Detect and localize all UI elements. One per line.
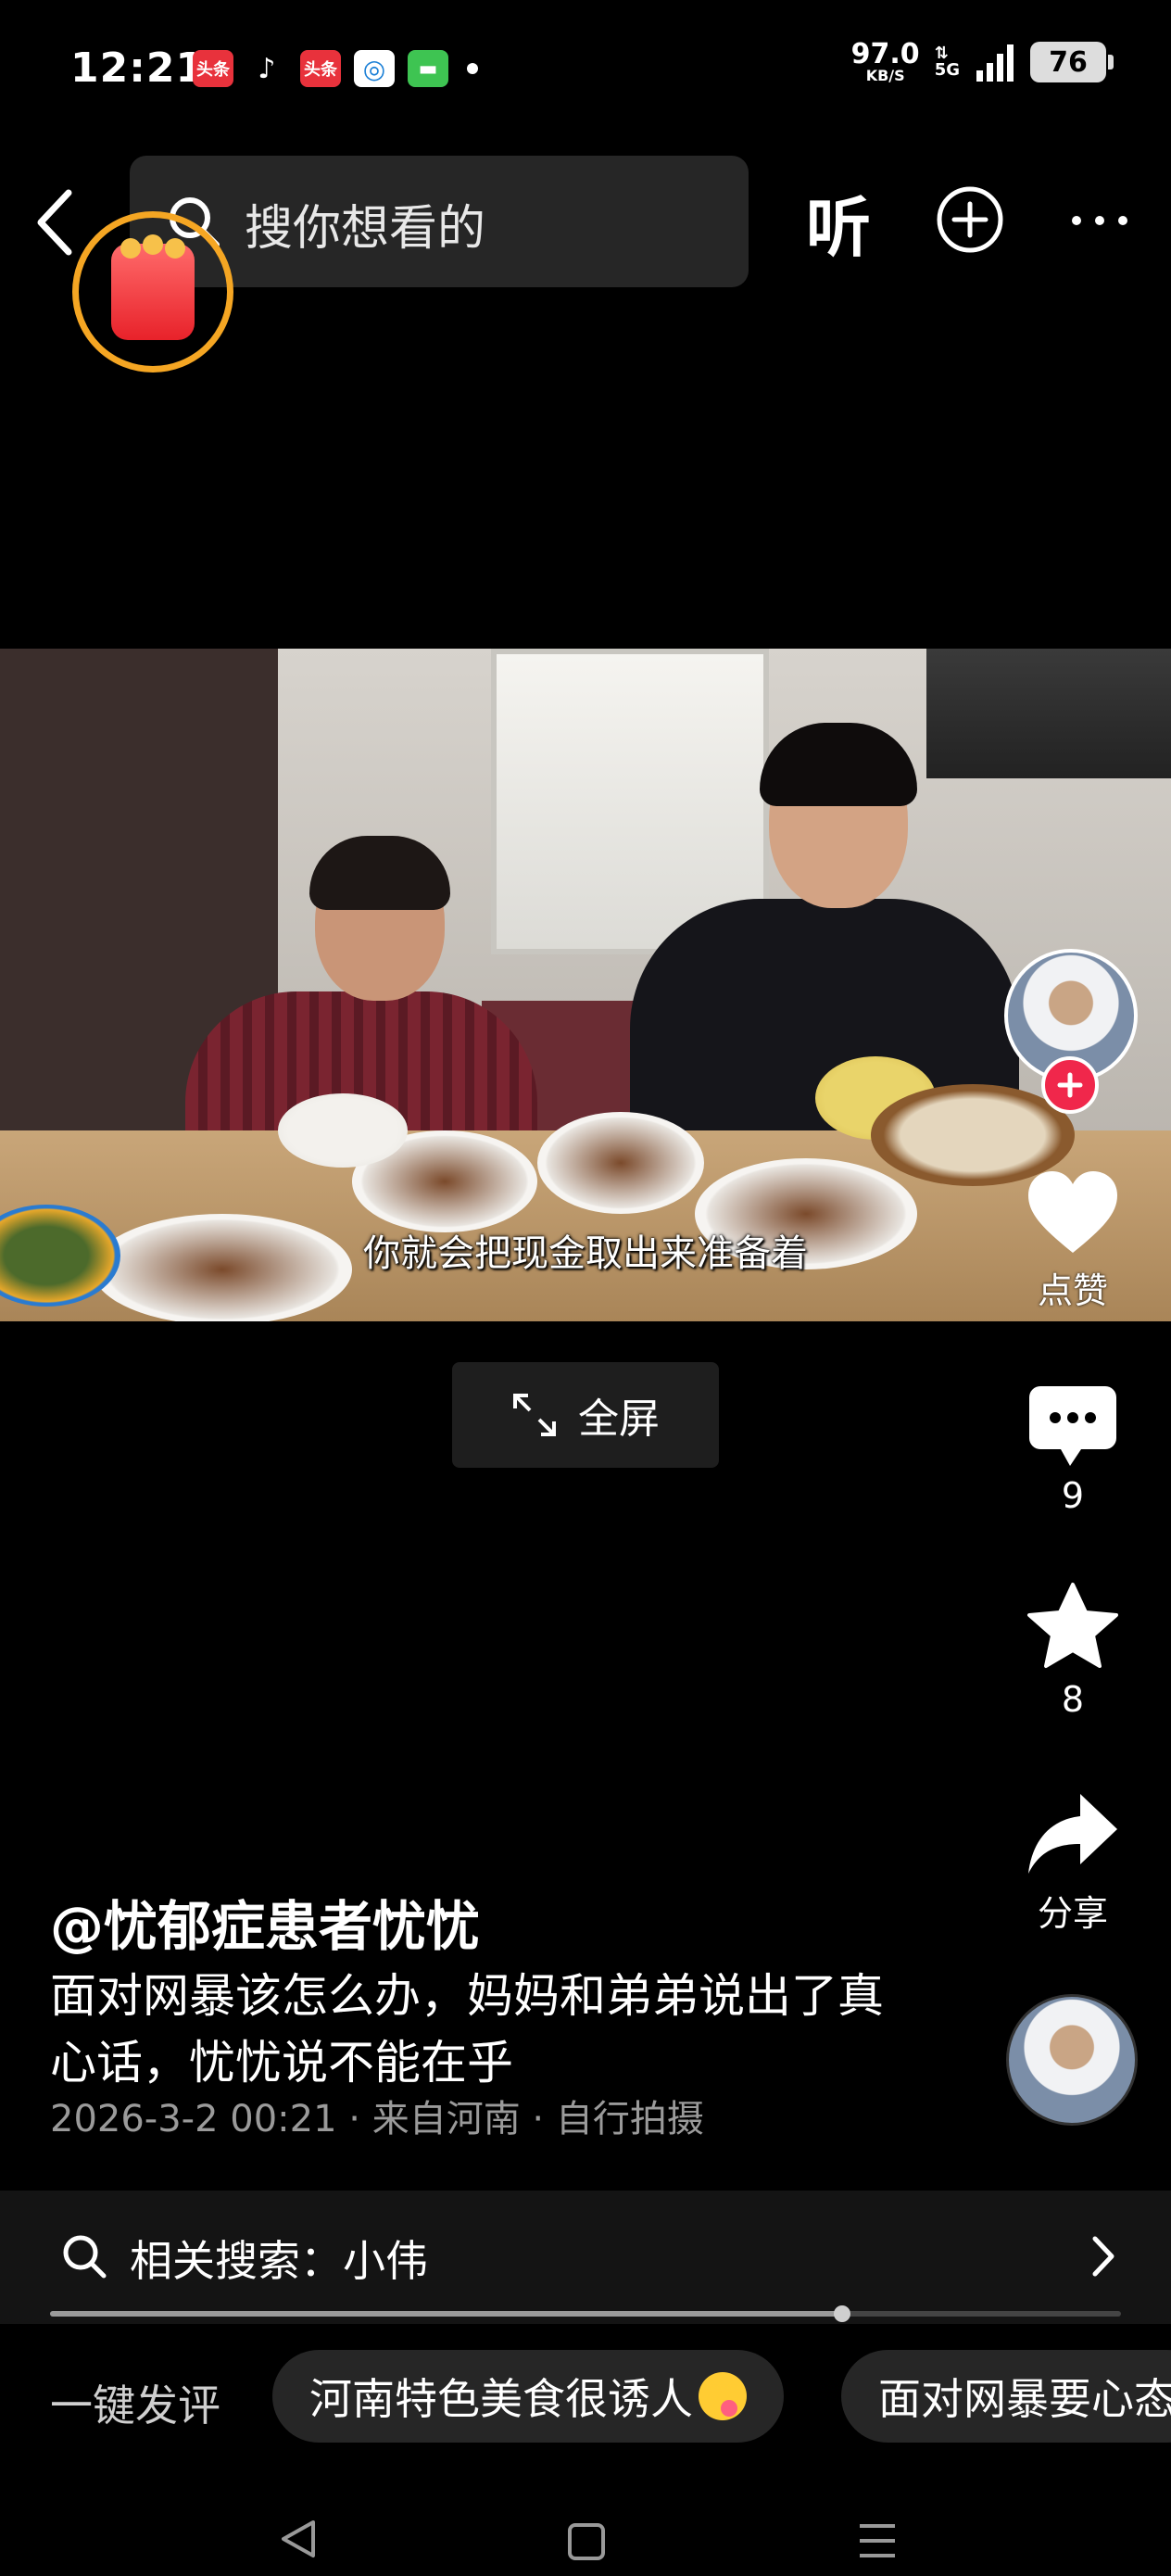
heart-icon	[1028, 1171, 1117, 1253]
toutiao-lite-icon: 头条	[300, 50, 341, 87]
related-search-label: 相关搜索：小伟	[130, 2236, 428, 2286]
chip-text: 面对网暴要心态	[878, 2374, 1171, 2424]
chevron-right-icon	[1092, 2236, 1114, 2277]
fullscreen-button[interactable]: 全屏	[452, 1362, 719, 1468]
comment-button[interactable]: 9	[1010, 1384, 1136, 1516]
system-nav-bar	[0, 2502, 1171, 2576]
favorite-count: 8	[1061, 1679, 1085, 1720]
tiktok-icon: ♪	[246, 50, 287, 87]
signal-icon	[976, 44, 1014, 82]
video-progress-bar[interactable]	[50, 2305, 1121, 2322]
tongue-emoji-icon	[699, 2372, 747, 2420]
toutiao-icon: 头条	[193, 50, 233, 87]
fullscreen-label: 全屏	[578, 1395, 660, 1443]
comment-icon	[1029, 1386, 1116, 1466]
notification-dot-icon	[467, 63, 478, 74]
video-player[interactable]: 你就会把现金取出来准备着	[0, 649, 1171, 1321]
net-speed: 97.0 KB/S	[851, 41, 920, 83]
progress-fill	[50, 2311, 843, 2317]
battery-icon: 76	[1030, 42, 1114, 82]
like-button[interactable]: 点赞	[1010, 1169, 1136, 1313]
back-icon[interactable]	[28, 185, 83, 259]
star-icon	[1027, 1583, 1118, 1668]
red-packet-widget[interactable]	[72, 211, 233, 373]
like-label: 点赞	[1037, 1270, 1108, 1311]
post-meta: 2026-3-2 00:21 · 来自河南 · 自行拍摄	[50, 2098, 704, 2140]
message-icon: ▬	[408, 50, 448, 87]
status-app-icons: 头条 ♪ 头条 ◎ ▬	[193, 50, 478, 87]
search-icon	[63, 2235, 107, 2279]
video-subtitle: 你就会把现金取出来准备着	[363, 1232, 808, 1275]
comment-count: 9	[1061, 1475, 1085, 1516]
network-type: ⇅ 5G	[934, 44, 960, 80]
china-mobile-icon: ◎	[354, 50, 395, 87]
nav-back-icon[interactable]	[278, 2519, 319, 2559]
nav-home-icon[interactable]	[567, 2522, 606, 2561]
net-speed-value: 97.0	[850, 38, 920, 70]
quick-comment-chip[interactable]: 面对网暴要心态	[841, 2350, 1171, 2443]
related-search-bar[interactable]: 相关搜索：小伟	[0, 2191, 1171, 2324]
music-disc-avatar[interactable]	[1006, 1994, 1138, 2126]
author-name[interactable]: @忧郁症患者忧忧	[50, 1883, 480, 1961]
plus-icon	[1057, 1072, 1083, 1098]
red-packet-icon	[111, 234, 195, 340]
post-description[interactable]: 面对网暴该怎么办，妈妈和弟弟说出了真心话，忧忧说不能在乎	[50, 1963, 921, 2096]
share-label: 分享	[1037, 1893, 1108, 1934]
listen-button[interactable]: 听	[806, 176, 871, 270]
status-indicators: 97.0 KB/S ⇅ 5G 76	[851, 41, 1114, 83]
status-bar: 12:21 头条 ♪ 头条 ◎ ▬ 97.0 KB/S ⇅ 5G 76	[0, 0, 1171, 139]
quick-comment-chip[interactable]: 河南特色美食很诱人	[272, 2350, 784, 2443]
expand-icon	[513, 1394, 556, 1436]
net-speed-unit: KB/S	[865, 67, 905, 84]
status-time: 12:21	[70, 44, 206, 92]
share-button[interactable]: 分享	[1010, 1790, 1136, 1936]
search-placeholder: 搜你想看的	[245, 201, 486, 257]
follow-button[interactable]	[1041, 1056, 1099, 1114]
nav-recents-icon[interactable]	[856, 2520, 899, 2561]
more-icon[interactable]	[1067, 202, 1132, 239]
favorite-button[interactable]: 8	[1010, 1581, 1136, 1720]
quick-comment-label: 一键发评	[50, 2380, 220, 2431]
video-dish	[278, 1093, 408, 1168]
share-icon	[1028, 1794, 1117, 1874]
chip-text: 河南特色美食很诱人	[309, 2374, 693, 2424]
video-dish	[537, 1112, 704, 1214]
add-icon[interactable]	[936, 185, 1004, 254]
